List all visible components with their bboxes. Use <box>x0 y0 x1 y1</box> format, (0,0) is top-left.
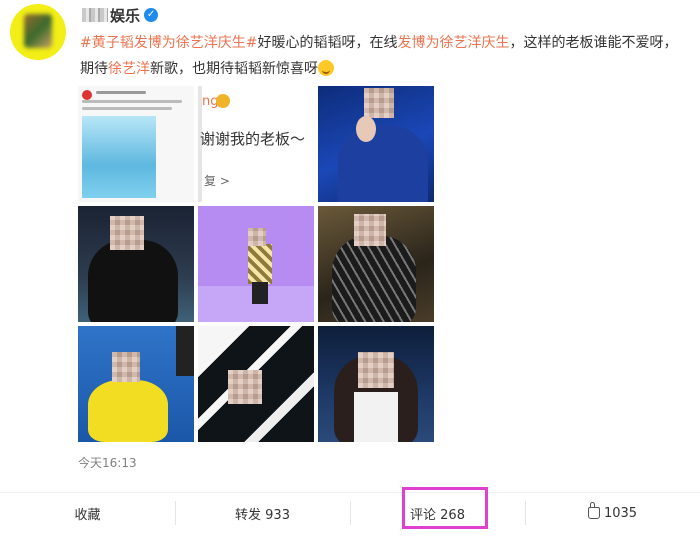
verified-icon: ✓ <box>144 8 159 22</box>
favorite-label: 收藏 <box>74 507 101 523</box>
grid-image-9[interactable] <box>318 326 434 442</box>
image-text-line-3: 复 > <box>204 174 230 188</box>
text-line <box>82 107 172 110</box>
grid-image-2[interactable]: ng 谢谢我的老板～ 复 > <box>198 86 314 202</box>
grid-image-3[interactable] <box>318 86 434 202</box>
traffic-light <box>176 326 194 376</box>
name-mosaic <box>82 8 108 22</box>
person-legs <box>252 282 268 304</box>
person-figure <box>338 126 428 202</box>
face-mosaic <box>364 88 394 118</box>
comment-label: 评论 268 <box>410 507 465 523</box>
grid-image-7[interactable] <box>78 326 194 442</box>
favorite-button[interactable]: 收藏 <box>0 493 175 533</box>
avatar-image-blur <box>24 14 52 48</box>
grid-image-8[interactable] <box>198 326 314 442</box>
crown-emoji-icon <box>216 94 230 108</box>
topic-link[interactable]: #黄子韬发博为徐艺洋庆生# <box>80 35 257 51</box>
name-row: 娱乐 ✓ <box>82 4 159 26</box>
emoji-icon <box>318 60 334 76</box>
poster-image <box>82 116 156 198</box>
mini-avatar <box>82 90 92 100</box>
text-line <box>96 91 146 94</box>
person-figure <box>248 244 272 284</box>
grid-image-5[interactable] <box>198 206 314 322</box>
avatar[interactable] <box>10 4 66 60</box>
image-grid: ng 谢谢我的老板～ 复 > <box>78 86 434 442</box>
face-mosaic <box>112 352 140 382</box>
face-mosaic <box>248 228 266 246</box>
person-figure <box>88 240 178 322</box>
person-shirt <box>354 392 398 442</box>
topic-link[interactable]: 徐艺洋 <box>108 61 150 77</box>
post-text: #黄子韬发博为徐艺洋庆生#好暖心的韬韬呀，在线发博为徐艺洋庆生，这样的老板谁能不… <box>80 30 690 82</box>
face-mosaic <box>354 214 386 246</box>
like-button[interactable]: 1035 <box>525 493 700 533</box>
person-figure <box>88 380 168 442</box>
text-line <box>82 100 182 103</box>
like-icon <box>587 502 600 519</box>
face-mosaic <box>110 216 144 250</box>
action-bar: 收藏 转发 933 评论 268 1035 <box>0 492 700 533</box>
face-mosaic <box>228 370 262 404</box>
username[interactable]: 娱乐 <box>110 5 140 26</box>
topic-link[interactable]: 发博为徐艺洋庆生 <box>397 35 509 51</box>
image-text-line-2: 谢谢我的老板～ <box>200 130 306 148</box>
repost-button[interactable]: 转发 933 <box>175 493 350 533</box>
text-segment: 好暖心的韬韬呀，在线 <box>257 35 398 51</box>
text-segment: 新歌，也期待韬韬新惊喜呀 <box>150 61 318 77</box>
grid-image-4[interactable] <box>78 206 194 322</box>
like-count: 1035 <box>603 505 638 521</box>
face-mosaic <box>358 352 394 388</box>
hand <box>356 116 376 142</box>
person-figure <box>332 236 416 322</box>
weibo-post: 娱乐 ✓ #黄子韬发博为徐艺洋庆生#好暖心的韬韬呀，在线发博为徐艺洋庆生，这样的… <box>0 0 700 540</box>
grid-image-6[interactable] <box>318 206 434 322</box>
comment-button[interactable]: 评论 268 <box>350 493 525 533</box>
grid-image-1[interactable] <box>78 86 194 202</box>
repost-label: 转发 933 <box>235 507 290 523</box>
post-timestamp[interactable]: 今天16:13 <box>78 454 137 471</box>
